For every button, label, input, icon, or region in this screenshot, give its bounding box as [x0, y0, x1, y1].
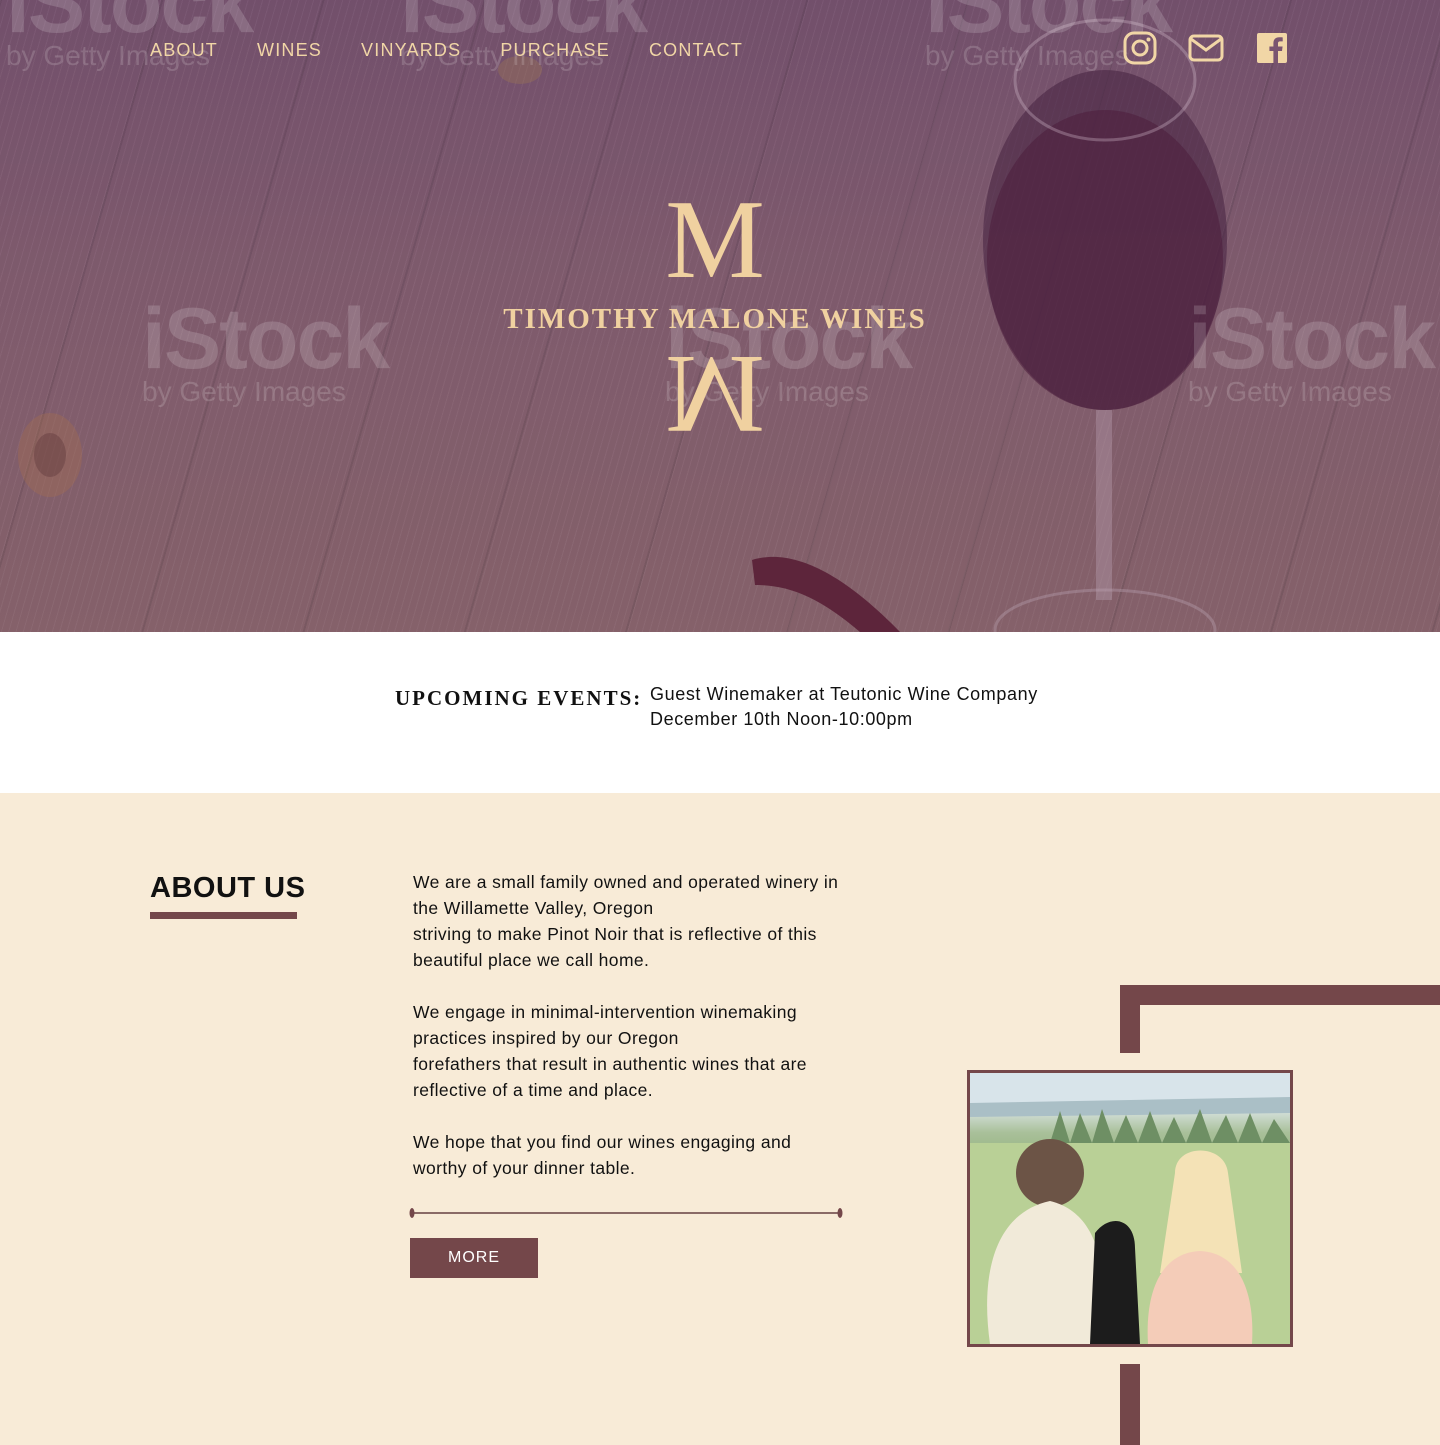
decorative-bar: [1120, 985, 1140, 1053]
nav-wines[interactable]: WINES: [257, 38, 322, 62]
about-body: We are a small family owned and operated…: [413, 869, 883, 1207]
about-section: ABOUT US We are a small family owned and…: [0, 793, 1440, 1445]
event-date: December 10th Noon-10:00pm: [650, 709, 913, 729]
event-title: Guest Winemaker at Teutonic Wine Company: [650, 684, 1038, 704]
logo-letter-bottom: M: [665, 332, 765, 456]
about-paragraph: We hope that you find our wines engaging…: [413, 1132, 792, 1178]
nav-contact[interactable]: CONTACT: [649, 38, 743, 62]
upcoming-events: UPCOMING EVENTS: Guest Winemaker at Teut…: [0, 632, 1440, 793]
more-button[interactable]: MORE: [410, 1238, 538, 1278]
person-head: [1016, 1139, 1084, 1207]
main-nav: ABOUT WINES VINYARDS PURCHASE CONTACT: [150, 38, 782, 62]
watermark: iStock by Getty Images: [142, 291, 390, 407]
social-links: [1122, 30, 1290, 66]
dog: [1090, 1221, 1140, 1344]
event-detail: Guest Winemaker at Teutonic Wine Company…: [650, 682, 1038, 732]
decorative-bar: [1120, 1364, 1140, 1445]
about-paragraph: We engage in minimal-intervention winema…: [413, 1002, 807, 1100]
instagram-icon[interactable]: [1122, 30, 1158, 66]
logo-letter-top: M: [665, 178, 765, 302]
nav-vinyards[interactable]: VINYARDS: [361, 38, 461, 62]
decorative-bar: [1120, 985, 1440, 1005]
mail-icon[interactable]: [1188, 30, 1224, 66]
nav-purchase[interactable]: PURCHASE: [500, 38, 610, 62]
family-photo: [967, 1070, 1293, 1347]
brand-logo: M TIMOTHY MALONE WINES M: [500, 178, 930, 456]
hero-banner: iStock by Getty Images iStock by Getty I…: [0, 0, 1440, 632]
facebook-icon[interactable]: [1254, 30, 1290, 66]
watermark: iStock by Getty Images: [1188, 291, 1436, 407]
about-paragraph: We are a small family owned and operated…: [413, 872, 839, 970]
section-divider: [409, 1208, 843, 1218]
nav-about[interactable]: ABOUT: [150, 38, 218, 62]
heading-underline: [150, 912, 297, 919]
about-heading: ABOUT US: [150, 872, 306, 904]
events-label: UPCOMING EVENTS:: [395, 686, 643, 710]
logo-wordmark: TIMOTHY MALONE WINES: [503, 303, 927, 335]
